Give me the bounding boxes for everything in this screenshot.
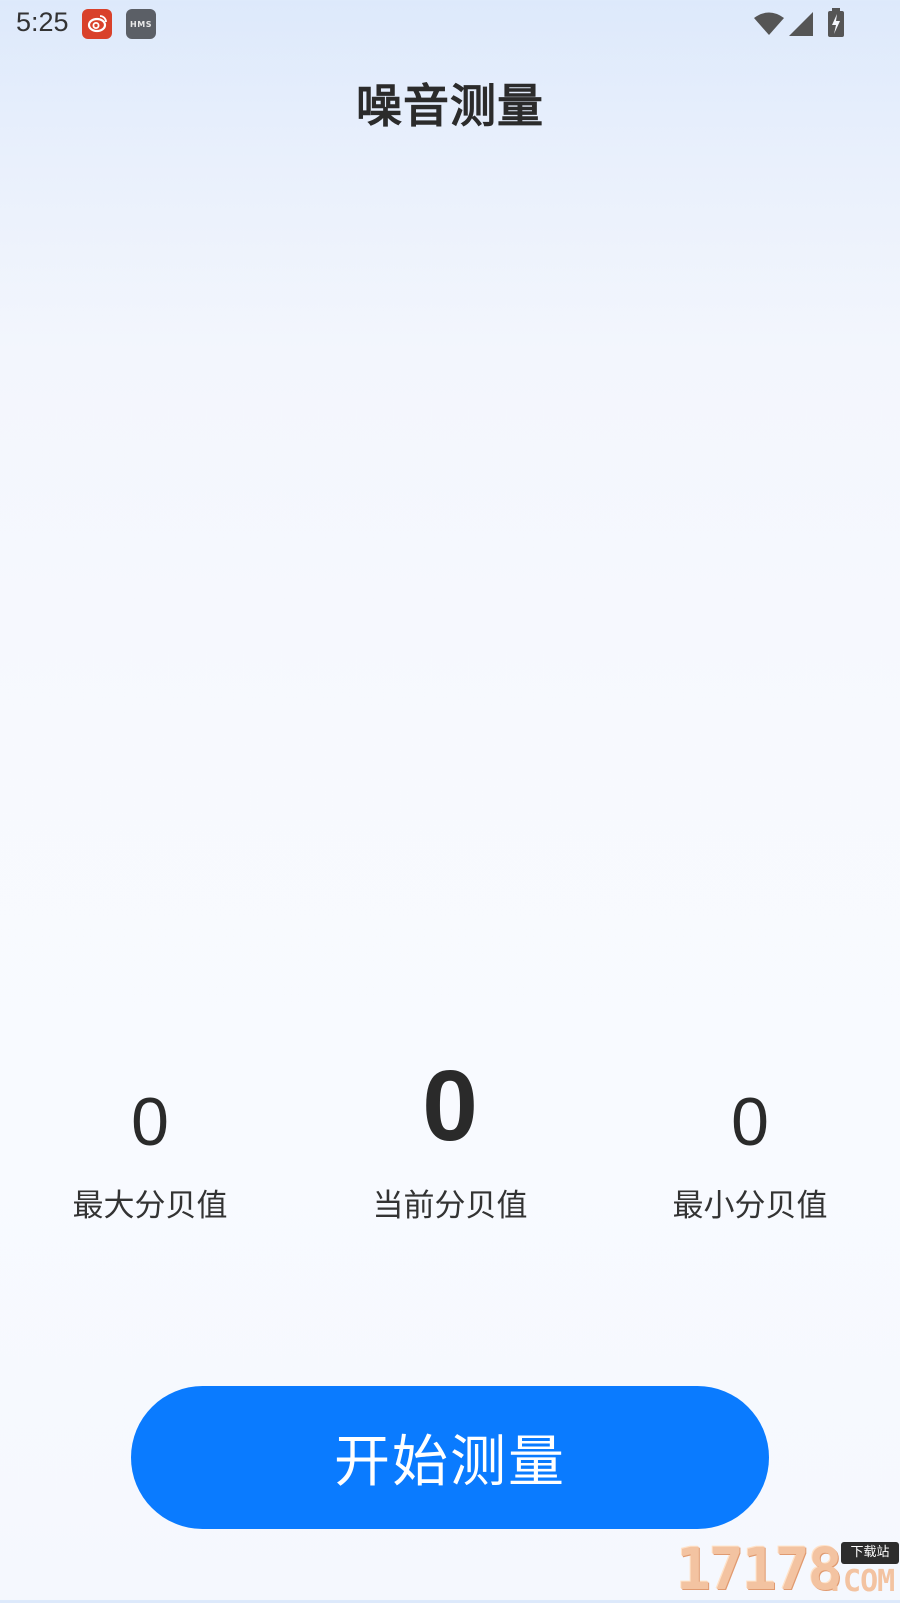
max-decibel-label: 最大分贝值 <box>72 1188 228 1224</box>
decibel-stats: 0 最大分贝值 0 当前分贝值 0 最小分贝值 <box>0 1050 900 1260</box>
page-title: 噪音测量 <box>356 79 544 133</box>
min-decibel-stat: 0 最小分贝值 <box>600 1050 900 1224</box>
watermark-domain: .COM <box>826 1564 895 1599</box>
wifi-icon <box>753 12 785 40</box>
status-time: 5:25 <box>16 7 69 37</box>
signal-icon <box>788 11 814 41</box>
watermark-download-label: 下载站 <box>841 1542 899 1564</box>
hms-icon: HMS <box>126 9 156 39</box>
weibo-icon <box>82 9 112 39</box>
current-decibel-label: 当前分贝值 <box>372 1188 528 1224</box>
start-measure-button[interactable]: 开始测量 <box>131 1386 769 1529</box>
battery-charging-icon <box>827 8 845 42</box>
watermark-number: 17178 <box>676 1535 843 1603</box>
status-bar: 5:25 HMS <box>0 0 900 48</box>
max-decibel-value: 0 <box>131 1084 169 1160</box>
min-decibel-label: 最小分贝值 <box>672 1188 828 1224</box>
max-decibel-stat: 0 最大分贝值 <box>0 1050 300 1224</box>
watermark-logo: 17178 下载站 .COM <box>676 1538 900 1600</box>
current-decibel-value: 0 <box>422 1050 478 1162</box>
min-decibel-value: 0 <box>731 1084 769 1160</box>
current-decibel-stat: 0 当前分贝值 <box>300 1050 600 1224</box>
